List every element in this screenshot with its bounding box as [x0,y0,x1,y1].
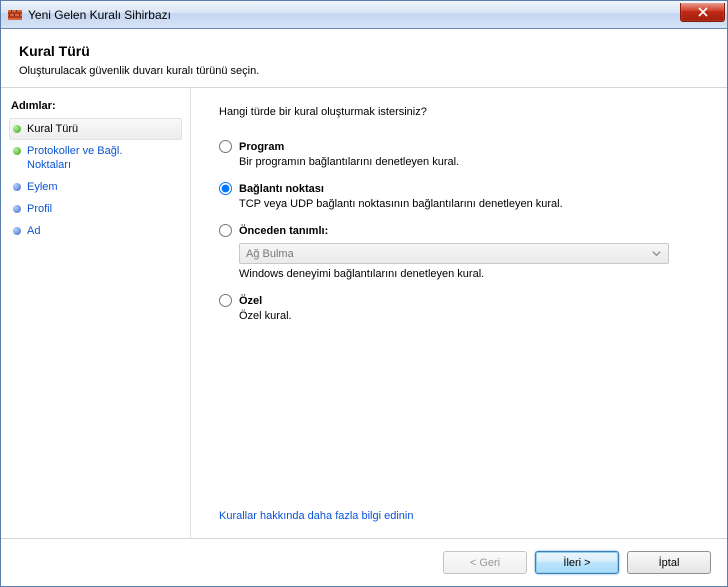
wizard-body: Adımlar: Kural Türü Protokoller ve Bağl.… [1,88,727,538]
wizard-footer: < Geri İleri > İptal [1,538,727,586]
wizard-window: Yeni Gelen Kuralı Sihirbazı Kural Türü O… [0,0,728,587]
cancel-button[interactable]: İptal [627,551,711,574]
option-custom-label: Özel [239,295,262,307]
step-label: Profil [27,202,180,216]
step-label: Protokoller ve Bağl. Noktaları [27,144,167,172]
option-program: Program Bir programın bağlantılarını den… [219,140,705,168]
radio-predefined[interactable] [219,224,232,237]
window-title: Yeni Gelen Kuralı Sihirbazı [28,8,680,22]
learn-more: Kurallar hakkında daha fazla bilgi edini… [219,510,705,528]
radio-program[interactable] [219,140,232,153]
step-label: Eylem [27,180,180,194]
next-button[interactable]: İleri > [535,551,619,574]
step-bullet-icon [13,147,21,155]
back-button[interactable]: < Geri [443,551,527,574]
radio-port[interactable] [219,182,232,195]
step-eylem[interactable]: Eylem [9,176,182,198]
learn-more-link[interactable]: Kurallar hakkında daha fazla bilgi edini… [219,510,413,522]
steps-list: Kural Türü Protokoller ve Bağl. Noktalar… [9,118,182,242]
predefined-select[interactable]: Ağ Bulma [239,243,669,264]
radio-custom[interactable] [219,294,232,307]
step-bullet-icon [13,183,21,191]
predefined-select-wrap: Ağ Bulma [239,243,669,264]
option-custom-desc: Özel kural. [239,310,705,322]
chevron-down-icon [649,246,664,261]
step-protokoller[interactable]: Protokoller ve Bağl. Noktaları [9,140,182,176]
step-bullet-icon [13,125,21,133]
option-predefined-row[interactable]: Önceden tanımlı: [219,224,705,237]
step-label: Ad [27,224,180,238]
prompt-text: Hangi türde bir kural oluşturmak istersi… [219,106,705,118]
option-program-desc: Bir programın bağlantılarını denetleyen … [239,156,705,168]
option-custom: Özel Özel kural. [219,294,705,322]
step-bullet-icon [13,227,21,235]
page-subtitle: Oluşturulacak güvenlik duvarı kuralı tür… [19,65,709,77]
step-bullet-icon [13,205,21,213]
step-label: Kural Türü [27,122,180,136]
wizard-header: Kural Türü Oluşturulacak güvenlik duvarı… [1,29,727,87]
step-profil[interactable]: Profil [9,198,182,220]
option-program-label: Program [239,141,284,153]
steps-sidebar: Adımlar: Kural Türü Protokoller ve Bağl.… [1,88,191,538]
option-port-row[interactable]: Bağlantı noktası [219,182,705,195]
predefined-select-value: Ağ Bulma [246,248,294,260]
option-port: Bağlantı noktası TCP veya UDP bağlantı n… [219,182,705,210]
titlebar: Yeni Gelen Kuralı Sihirbazı [1,1,727,29]
option-predefined-label: Önceden tanımlı: [239,225,328,237]
close-button[interactable] [680,3,725,22]
option-predefined-desc: Windows deneyimi bağlantılarını denetley… [239,268,705,280]
option-program-row[interactable]: Program [219,140,705,153]
page-title: Kural Türü [19,43,709,59]
firewall-icon [7,7,23,23]
steps-title: Adımlar: [9,96,182,118]
main-panel: Hangi türde bir kural oluşturmak istersi… [191,88,727,538]
close-icon [698,7,708,17]
option-custom-row[interactable]: Özel [219,294,705,307]
option-port-label: Bağlantı noktası [239,183,324,195]
option-predefined: Önceden tanımlı: Ağ Bulma Windows deneyi… [219,224,705,280]
option-port-desc: TCP veya UDP bağlantı noktasının bağlant… [239,198,705,210]
step-ad[interactable]: Ad [9,220,182,242]
step-kural-turu[interactable]: Kural Türü [9,118,182,140]
